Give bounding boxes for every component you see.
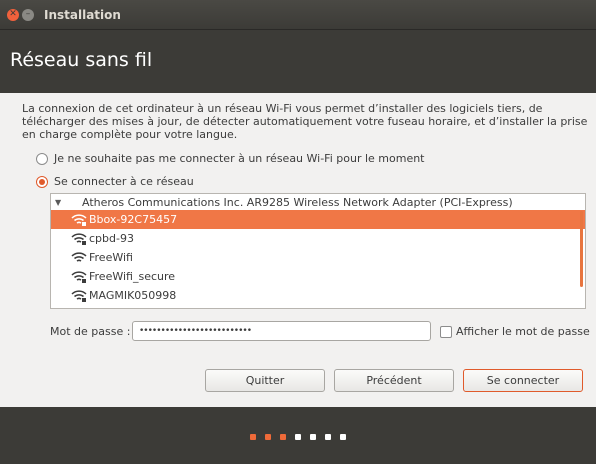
adapter-row[interactable]: ▼ Atheros Communications Inc. AR9285 Wir…: [51, 194, 585, 210]
network-ssid: MAGMIK050998: [89, 289, 177, 302]
network-row[interactable]: cpbd-93: [51, 229, 585, 248]
progress-dot: [310, 434, 316, 440]
adapter-label: Atheros Communications Inc. AR9285 Wirel…: [82, 195, 513, 209]
list-scrollbar[interactable]: [580, 211, 583, 287]
footer: [0, 407, 596, 464]
network-row[interactable]: MAGMIK050998: [51, 286, 585, 305]
page-title: Réseau sans fil: [10, 49, 153, 71]
wifi-secure-icon: [71, 232, 87, 245]
radio-no-wifi-indicator[interactable]: [36, 152, 48, 165]
wifi-secure-icon: [71, 289, 87, 302]
connect-button[interactable]: Se connecter: [463, 369, 583, 392]
network-row[interactable]: FreeWifi_secure: [51, 267, 585, 286]
password-input[interactable]: ••••••••••••••••••••••••••: [132, 321, 431, 341]
wifi-icon: [71, 251, 87, 264]
show-password-checkbox[interactable]: [440, 325, 452, 338]
window-titlebar: ✕ – Installation: [0, 0, 596, 29]
radio-connect-label: Se connecter à ce réseau: [54, 175, 194, 188]
progress-dot: [280, 434, 286, 440]
minimize-window-button[interactable]: –: [22, 8, 34, 21]
progress-dot: [325, 434, 331, 440]
radio-connect-indicator[interactable]: [36, 175, 48, 188]
network-row[interactable]: FreeWifi: [51, 248, 585, 267]
close-icon: ✕: [9, 9, 17, 19]
radio-no-wifi-label: Je ne souhaite pas me connecter à un rés…: [54, 152, 425, 165]
network-list: ▼ Atheros Communications Inc. AR9285 Wir…: [50, 193, 586, 309]
intro-text: La connexion de cet ordinateur à un rése…: [22, 102, 588, 141]
show-password-label: Afficher le mot de passe: [456, 325, 590, 338]
window-title: Installation: [44, 7, 121, 22]
wifi-secure-icon: [71, 270, 87, 283]
quit-button[interactable]: Quitter: [205, 369, 325, 392]
radio-connect[interactable]: Se connecter à ce réseau: [36, 175, 194, 188]
network-ssid: cpbd-93: [89, 232, 134, 245]
back-button[interactable]: Précédent: [334, 369, 454, 392]
progress-dot: [265, 434, 271, 440]
progress-dot: [295, 434, 301, 440]
expand-triangle-icon[interactable]: ▼: [55, 198, 65, 207]
page-header: Réseau sans fil: [0, 29, 596, 93]
show-password-toggle[interactable]: Afficher le mot de passe: [440, 325, 590, 338]
radio-no-wifi[interactable]: Je ne souhaite pas me connecter à un rés…: [36, 152, 425, 165]
progress-dot: [250, 434, 256, 440]
network-row[interactable]: Bbox-92C75457: [51, 210, 585, 229]
wifi-secure-icon: [71, 213, 87, 226]
network-ssid: FreeWifi_secure: [89, 270, 176, 283]
minimize-icon: –: [25, 9, 31, 19]
progress-dots: [250, 434, 355, 440]
progress-dot: [340, 434, 346, 440]
password-label: Mot de passe :: [50, 325, 131, 338]
network-ssid: FreeWifi: [89, 251, 133, 264]
close-window-button[interactable]: ✕: [7, 8, 19, 21]
network-ssid: Bbox-92C75457: [89, 213, 178, 226]
main-content: La connexion de cet ordinateur à un rése…: [0, 93, 596, 407]
